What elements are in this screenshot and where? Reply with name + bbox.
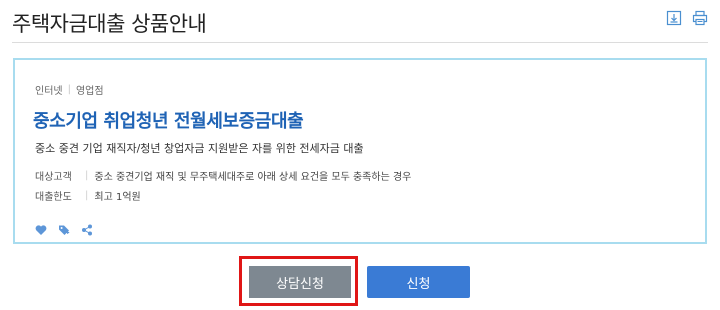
channel-internet: 인터넷 — [35, 86, 63, 97]
download-icon[interactable] — [666, 10, 682, 26]
apply-button[interactable]: 신청 — [367, 266, 470, 298]
product-name[interactable]: 중소기업 취업청년 전월세보증금대출 — [33, 107, 304, 133]
channel-list: 인터넷 | 영업점 — [35, 82, 104, 97]
info-value: 최고 1억원 — [94, 192, 141, 203]
title-divider — [12, 42, 708, 43]
channel-branch: 영업점 — [75, 86, 104, 97]
consult-request-button[interactable]: 상담신청 — [249, 266, 351, 298]
info-label: 대출한도 — [35, 192, 72, 203]
product-card[interactable]: 인터넷 | 영업점 중소기업 취업청년 전월세보증금대출 중소 중견 기업 재직… — [13, 58, 707, 244]
info-row-target: 대상고객 | 중소 중견기업 재직 및 무주택세대주로 아래 상세 요건을 모두… — [35, 168, 411, 183]
info-label: 대상고객 — [35, 172, 72, 183]
header-tools — [666, 10, 708, 26]
tag-icon[interactable] — [58, 224, 70, 236]
product-actions — [35, 224, 93, 236]
info-separator: | — [85, 170, 89, 181]
channel-separator: | — [67, 84, 71, 95]
info-row-limit: 대출한도 | 최고 1억원 — [35, 188, 141, 203]
product-description: 중소 중견 기업 재직자/청년 창업자금 지원받은 자를 위한 전세자금 대출 — [35, 142, 364, 155]
page-title: 주택자금대출 상품안내 — [12, 12, 207, 36]
share-icon[interactable] — [81, 224, 93, 236]
heart-icon[interactable] — [35, 224, 47, 236]
info-separator: | — [85, 190, 89, 201]
info-value: 중소 중견기업 재직 및 무주택세대주로 아래 상세 요건을 모두 충족하는 경… — [94, 172, 412, 183]
print-icon[interactable] — [692, 10, 708, 26]
